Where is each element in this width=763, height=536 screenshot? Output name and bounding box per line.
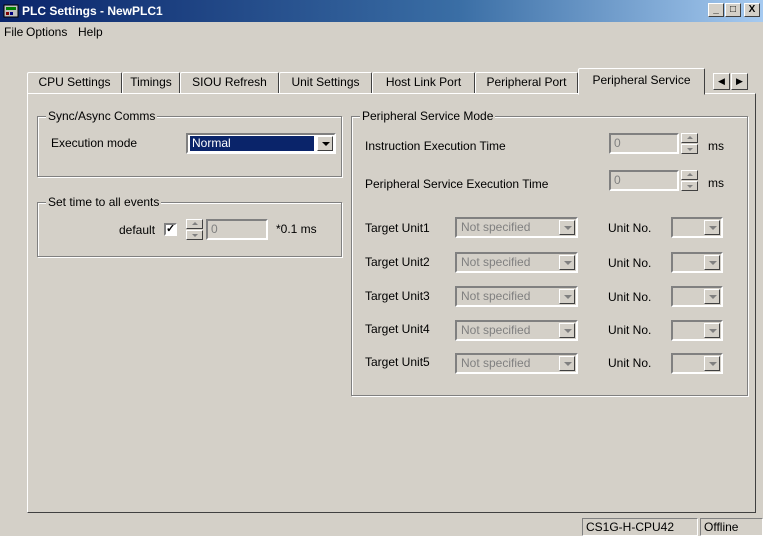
execution-mode-value: Normal bbox=[189, 135, 315, 152]
target-unit5-value: Not specified bbox=[461, 356, 531, 370]
target-unit1-select[interactable]: Not specified bbox=[455, 217, 578, 238]
target-unit1-value: Not specified bbox=[461, 220, 531, 234]
target-unit1-unit-no-select[interactable] bbox=[671, 217, 723, 238]
target-unit3-unit-no-value bbox=[675, 289, 701, 304]
chevron-down-icon[interactable] bbox=[559, 220, 575, 235]
target-unit4-value: Not specified bbox=[461, 323, 531, 337]
set-time-group: Set time to all events default ✓ 0 *0.1 … bbox=[37, 195, 342, 257]
target-unit2-unit-no-value bbox=[675, 255, 701, 270]
minimize-button[interactable]: _ bbox=[708, 3, 724, 17]
instruction-execution-time-label: Instruction Execution Time bbox=[365, 139, 506, 153]
set-time-spinner[interactable] bbox=[186, 219, 203, 240]
tab-timings[interactable]: Timings bbox=[122, 72, 180, 94]
tab-siou-refresh[interactable]: SIOU Refresh bbox=[180, 72, 279, 94]
menu-help[interactable]: Help bbox=[78, 25, 103, 39]
spin-up-icon[interactable] bbox=[681, 170, 698, 180]
chevron-down-icon[interactable] bbox=[559, 323, 575, 338]
execution-mode-label: Execution mode bbox=[51, 136, 138, 150]
target-unit5-unit-no-select[interactable] bbox=[671, 353, 723, 374]
tab-peripheral-port[interactable]: Peripheral Port bbox=[475, 72, 578, 94]
peripheral-service-execution-time-label: Peripheral Service Execution Time bbox=[365, 177, 549, 191]
target-unit2-label: Target Unit2 bbox=[365, 255, 430, 269]
maximize-button[interactable]: □ bbox=[725, 3, 741, 17]
window-title: PLC Settings - NewPLC1 bbox=[22, 4, 163, 18]
chevron-down-icon[interactable] bbox=[317, 136, 333, 151]
target-unit3-value: Not specified bbox=[461, 289, 531, 303]
peripheral-service-mode-group: Peripheral Service Mode Instruction Exec… bbox=[351, 109, 748, 396]
tab-cpu-settings[interactable]: CPU Settings bbox=[27, 72, 122, 94]
set-time-title: Set time to all events bbox=[46, 195, 162, 209]
plc-app-icon[interactable] bbox=[3, 3, 19, 19]
spin-up-icon[interactable] bbox=[681, 133, 698, 143]
target-unit1-label: Target Unit1 bbox=[365, 221, 430, 235]
target-unit4-unit-no-value bbox=[675, 323, 701, 338]
default-checkbox[interactable]: ✓ bbox=[164, 223, 177, 236]
chevron-down-icon[interactable] bbox=[704, 356, 720, 371]
spin-down-icon[interactable] bbox=[186, 230, 203, 240]
peripheral-service-execution-time-spinner[interactable] bbox=[681, 170, 698, 191]
chevron-down-icon[interactable] bbox=[704, 323, 720, 338]
tab-scroll-right-icon[interactable]: ▶ bbox=[731, 73, 748, 90]
target-unit4-unit-no-select[interactable] bbox=[671, 320, 723, 341]
chevron-down-icon[interactable] bbox=[559, 289, 575, 304]
plc-settings-window: PLC Settings - NewPLC1 _ □ X File Option… bbox=[0, 0, 763, 536]
menu-file[interactable]: File bbox=[4, 25, 23, 39]
status-model: CS1G-H-CPU42 bbox=[582, 518, 698, 536]
spin-up-icon[interactable] bbox=[186, 219, 203, 229]
spin-down-icon[interactable] bbox=[681, 181, 698, 191]
set-time-unit: *0.1 ms bbox=[276, 222, 317, 236]
menu-options[interactable]: Options bbox=[26, 25, 67, 39]
unit-no-label: Unit No. bbox=[608, 256, 652, 270]
tab-unit-settings[interactable]: Unit Settings bbox=[279, 72, 372, 94]
tab-host-link-port[interactable]: Host Link Port bbox=[372, 72, 475, 94]
chevron-down-icon[interactable] bbox=[704, 220, 720, 235]
target-unit2-value: Not specified bbox=[461, 255, 531, 269]
target-unit4-label: Target Unit4 bbox=[365, 322, 430, 336]
chevron-down-icon[interactable] bbox=[704, 255, 720, 270]
instruction-execution-time-spinner[interactable] bbox=[681, 133, 698, 154]
chevron-down-icon[interactable] bbox=[559, 255, 575, 270]
target-unit3-unit-no-select[interactable] bbox=[671, 286, 723, 307]
target-unit4-select[interactable]: Not specified bbox=[455, 320, 578, 341]
peripheral-service-panel: Sync/Async Comms Execution mode Normal S… bbox=[27, 93, 756, 513]
close-button[interactable]: X bbox=[744, 3, 760, 17]
menu-bar: File Options Help bbox=[0, 22, 763, 42]
set-time-input[interactable]: 0 bbox=[206, 219, 268, 240]
target-unit2-select[interactable]: Not specified bbox=[455, 252, 578, 273]
peripheral-service-execution-time-input[interactable]: 0 bbox=[609, 170, 679, 191]
unit-no-label: Unit No. bbox=[608, 356, 652, 370]
target-unit5-select[interactable]: Not specified bbox=[455, 353, 578, 374]
target-unit2-unit-no-select[interactable] bbox=[671, 252, 723, 273]
instruction-unit: ms bbox=[708, 139, 724, 153]
status-mode: Offline bbox=[700, 518, 763, 536]
peripheral-unit: ms bbox=[708, 176, 724, 190]
instruction-execution-time-input[interactable]: 0 bbox=[609, 133, 679, 154]
spin-down-icon[interactable] bbox=[681, 144, 698, 154]
peripheral-service-mode-title: Peripheral Service Mode bbox=[360, 109, 496, 123]
execution-mode-select[interactable]: Normal bbox=[186, 133, 336, 154]
tab-scroll-left-icon[interactable]: ◀ bbox=[713, 73, 730, 90]
target-unit5-unit-no-value bbox=[675, 356, 701, 371]
chevron-down-icon[interactable] bbox=[704, 289, 720, 304]
target-unit3-select[interactable]: Not specified bbox=[455, 286, 578, 307]
target-unit5-label: Target Unit5 bbox=[365, 355, 430, 369]
target-unit3-label: Target Unit3 bbox=[365, 289, 430, 303]
unit-no-label: Unit No. bbox=[608, 290, 652, 304]
sync-async-title: Sync/Async Comms bbox=[46, 109, 158, 123]
chevron-down-icon[interactable] bbox=[559, 356, 575, 371]
title-bar[interactable]: PLC Settings - NewPLC1 _ □ X bbox=[0, 0, 763, 22]
default-label: default bbox=[119, 223, 156, 237]
unit-no-label: Unit No. bbox=[608, 323, 652, 337]
target-unit1-unit-no-value bbox=[675, 220, 701, 235]
sync-async-group: Sync/Async Comms Execution mode Normal bbox=[37, 109, 342, 177]
unit-no-label: Unit No. bbox=[608, 221, 652, 235]
tab-peripheral-service[interactable]: Peripheral Service bbox=[578, 68, 705, 95]
